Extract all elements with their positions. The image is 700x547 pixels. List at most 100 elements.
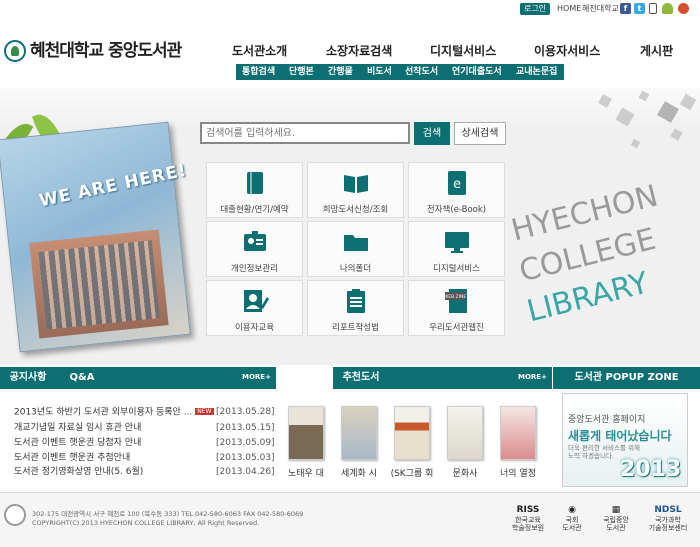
partner-label: 학술정보원	[511, 524, 545, 532]
tile-label: 이용자교육	[234, 323, 275, 333]
book-cover[interactable]	[341, 406, 377, 460]
webzine-badge-label: WEB ZINE	[444, 294, 467, 300]
notice-date: [2013.05.15]	[216, 423, 275, 433]
riss-logo-icon: RISS	[516, 505, 540, 515]
svg-text:e: e	[453, 177, 461, 192]
library-building-image	[29, 229, 169, 339]
notice-date: [2013.05.03]	[216, 453, 275, 463]
notice-item[interactable]: 도서관 이벤트 햇운권 추첨안내	[14, 452, 130, 464]
notice-more-link[interactable]: MORE+	[242, 373, 271, 381]
mobile-phone-icon[interactable]	[649, 3, 657, 14]
tile-loan-status[interactable]: 대출현황/연기/예약	[206, 162, 303, 218]
facebook-icon[interactable]: f	[620, 3, 631, 14]
tile-personal-info[interactable]: 개인정보관리	[206, 221, 303, 277]
notice-item[interactable]: 개교기념일 자료실 임시 휴관 안내	[14, 422, 141, 434]
notice-item[interactable]: 도서관 정기영화상영 안내(5. 6월)	[14, 466, 143, 478]
book-cover[interactable]	[500, 406, 536, 460]
tile-label: 나의폴더	[339, 264, 372, 274]
partner-label: 국회	[565, 516, 579, 524]
monitor-icon	[445, 232, 469, 253]
partner-label: 한국교육	[515, 516, 541, 524]
nav-digital-service[interactable]: 디지털서비스	[430, 44, 496, 58]
subnav-non-books[interactable]: 비도서	[367, 64, 392, 80]
footer-emblem-icon	[4, 504, 26, 526]
partner-label: 국가과학	[655, 516, 681, 524]
tile-digital-service[interactable]: 디지털서비스	[408, 221, 505, 277]
tile-label: 희망도서신청/조회	[322, 205, 389, 215]
nav-user-service[interactable]: 이용자서비스	[534, 44, 600, 58]
partner-national-library[interactable]: ▦ 국립중앙 도서관	[594, 505, 638, 533]
partner-label: 도서관	[562, 524, 582, 532]
tile-label: 전자책(e-Book)	[426, 205, 487, 215]
book-cover[interactable]	[288, 406, 324, 460]
popup-line3b: 노력 하겠습니다.	[568, 452, 614, 460]
books-more-link[interactable]: MORE+	[518, 373, 547, 381]
college-link[interactable]: 혜천대학교	[582, 3, 619, 15]
notice-item[interactable]: 도서관 이벤트 햇운권 당첨자 안내	[14, 437, 141, 449]
webzine-icon: WEB ZINE	[444, 289, 467, 313]
apple-icon[interactable]	[678, 3, 689, 14]
clipboard-icon	[347, 289, 365, 313]
tab-recommended-books[interactable]: 추천도서	[333, 367, 389, 389]
login-button[interactable]: 로그인	[520, 3, 550, 15]
tab-new-books[interactable]: 신착도서	[277, 367, 333, 389]
book-cover[interactable]	[447, 406, 483, 460]
tile-label: 우리도서관웹진	[429, 323, 484, 333]
notice-item[interactable]: 2013년도 하반기 도서관 외부이용자 등록안 ... NEW	[14, 406, 214, 419]
footer-copyright: COPYRIGHT(C) 2013 HYECHON COLLEGE LIBRAR…	[32, 519, 260, 527]
user-edit-icon	[244, 290, 269, 312]
tile-user-education[interactable]: 이용자교육	[206, 280, 303, 336]
subnav-periodicals[interactable]: 간행물	[328, 64, 353, 80]
popup-zone-title: 도서관 POPUP ZONE	[574, 372, 679, 383]
tile-report-guide[interactable]: 리포트작성법	[307, 280, 404, 336]
book-caption[interactable]: 문화사	[440, 466, 490, 479]
partner-label: 국립중앙	[603, 516, 629, 524]
search-button[interactable]: 검색	[414, 122, 450, 145]
site-logo[interactable]: 혜천대학교 중앙도서관	[30, 40, 182, 62]
book-caption[interactable]: 너의 열정	[493, 466, 543, 479]
subnav-loan-extension[interactable]: 연기대출도서	[452, 64, 502, 80]
android-icon[interactable]	[662, 3, 673, 14]
tile-my-folder[interactable]: 나의폴더	[307, 221, 404, 277]
partner-label: 기술정보센터	[648, 524, 688, 532]
book-caption[interactable]: (SK그룹 회	[387, 466, 437, 479]
subnav-monographs[interactable]: 단행본	[289, 64, 314, 80]
sub-navigation-bar	[236, 64, 564, 80]
partner-national-assembly-library[interactable]: ◉ 국회 도서관	[550, 506, 594, 533]
nav-catalog-search[interactable]: 소장자료검색	[326, 44, 392, 58]
tile-label: 개인정보관리	[231, 264, 278, 274]
tab-qna[interactable]: Q&A	[56, 367, 108, 389]
popup-line3a: 더욱 편리한 서비스를 위해	[568, 444, 640, 452]
new-badge: NEW	[195, 408, 214, 415]
tile-ebook[interactable]: e 전자책(e-Book)	[408, 162, 505, 218]
nav-library-intro[interactable]: 도서관소개	[232, 44, 287, 58]
national-library-logo-icon: ▦	[611, 505, 621, 515]
twitter-icon[interactable]: t	[634, 3, 645, 14]
nav-board[interactable]: 게시판	[640, 44, 673, 58]
open-book-icon	[344, 175, 368, 193]
notice-title[interactable]: 2013년도 하반기 도서관 외부이용자 등록안 ...	[14, 408, 192, 418]
tile-book-request[interactable]: 희망도서신청/조회	[307, 162, 404, 218]
book-cover[interactable]	[394, 406, 430, 460]
partner-ndsl[interactable]: NDSL 국가과학 기술정보센터	[642, 505, 694, 533]
partner-label: 도서관	[606, 524, 626, 532]
search-input[interactable]	[200, 122, 410, 144]
logo-emblem-icon[interactable]	[4, 40, 26, 62]
folder-icon	[344, 235, 368, 251]
home-link[interactable]: HOME	[557, 3, 581, 15]
ndsl-logo-icon: NDSL	[654, 505, 682, 515]
tab-notices[interactable]: 공지사항	[0, 367, 56, 389]
subnav-campus-papers[interactable]: 교내논문집	[516, 64, 557, 80]
tile-label: 대출현황/연기/예약	[220, 205, 289, 215]
subnav-integrated-search[interactable]: 통합검색	[242, 64, 275, 80]
popup-line2: 새롭게 태어났습니다	[568, 429, 672, 443]
ebook-icon: e	[448, 171, 466, 195]
book-caption[interactable]: 노태우 대	[281, 466, 331, 479]
book-caption[interactable]: 세계화 시	[334, 466, 384, 479]
footer-address: 302-175 대전광역시 서구 혜천로 100 (복수동 333) TEL 0…	[32, 510, 304, 518]
partner-riss[interactable]: RISS 한국교육 학술정보원	[506, 505, 550, 533]
subnav-new-arrivals[interactable]: 선착도서	[405, 64, 438, 80]
book-icon	[247, 172, 263, 194]
tile-webzine[interactable]: WEB ZINE 우리도서관웹진	[408, 280, 505, 336]
advanced-search-button[interactable]: 상세검색	[454, 122, 506, 145]
